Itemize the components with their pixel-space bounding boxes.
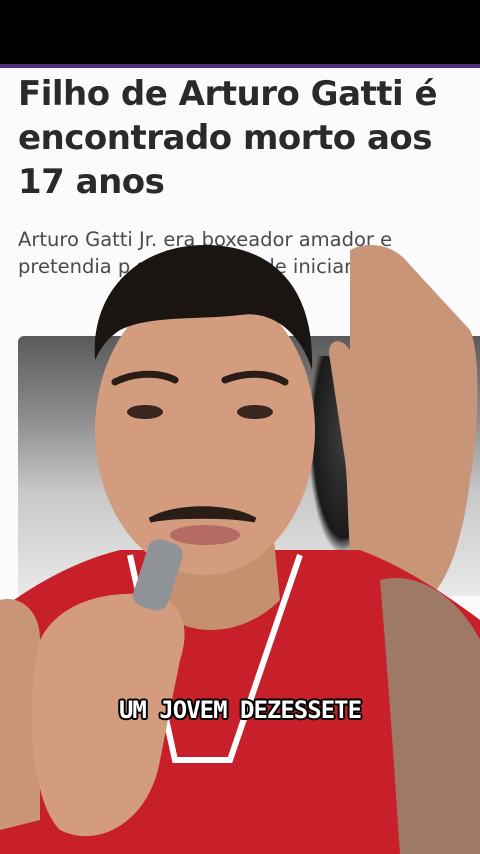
mouth [170,525,240,545]
right-eye [237,405,273,419]
left-eye [127,405,163,419]
video-overlay: UM JOVEM DEZESSETE [0,0,480,854]
video-caption: UM JOVEM DEZESSETE [118,696,362,724]
creator-illustration [0,245,480,854]
